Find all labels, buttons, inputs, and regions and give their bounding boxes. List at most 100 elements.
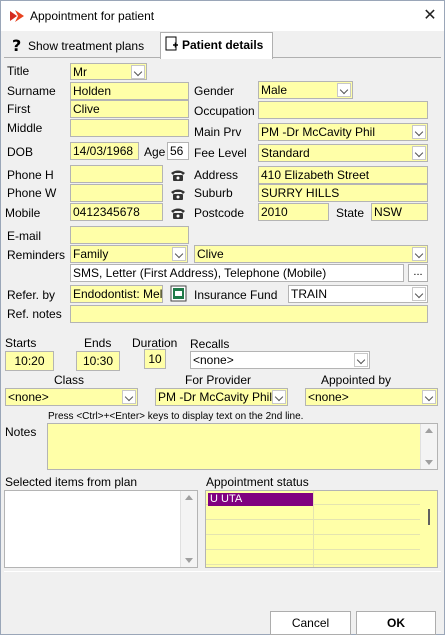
email-input[interactable] bbox=[70, 226, 189, 244]
appointment-status-grid[interactable]: U UTA bbox=[205, 490, 438, 568]
tab-strip: ? Show treatment plans Patient details bbox=[4, 31, 441, 59]
occupation-input[interactable] bbox=[258, 101, 428, 119]
status-entry[interactable]: U UTA bbox=[208, 493, 313, 506]
close-icon[interactable]: ✕ bbox=[420, 6, 440, 26]
middle-name-input[interactable] bbox=[70, 119, 189, 137]
selected-items-list[interactable] bbox=[4, 490, 198, 568]
chevron-down-icon[interactable] bbox=[131, 65, 145, 79]
title-select[interactable]: Mr bbox=[70, 63, 147, 80]
main-provider-select[interactable]: PM -Dr McCavity Phil bbox=[258, 123, 428, 141]
main-provider-value: PM -Dr McCavity Phil bbox=[261, 125, 376, 139]
suburb-input[interactable]: SURRY HILLS bbox=[258, 184, 428, 202]
ends-label: Ends bbox=[84, 336, 112, 350]
reminders-person-select[interactable]: Clive bbox=[194, 245, 428, 263]
class-value: <none> bbox=[8, 390, 49, 404]
reminder-methods-field: SMS, Letter (First Address), Telephone (… bbox=[70, 264, 404, 282]
telephone-icon[interactable] bbox=[170, 187, 186, 201]
tab-patient-details[interactable]: Patient details bbox=[160, 32, 273, 59]
class-select[interactable]: <none> bbox=[5, 388, 138, 406]
dob-input[interactable]: 14/03/1968 bbox=[70, 142, 139, 160]
chevron-down-icon[interactable] bbox=[272, 390, 286, 404]
scroll-down-icon[interactable] bbox=[185, 558, 193, 563]
phone-h-label: Phone H bbox=[7, 168, 54, 182]
tab-show-treatment-plans[interactable]: ? Show treatment plans bbox=[7, 34, 158, 58]
provider-label: For Provider bbox=[185, 373, 252, 387]
duration-label: Duration bbox=[132, 336, 178, 350]
scroll-up-icon[interactable] bbox=[185, 495, 193, 500]
cancel-button[interactable]: Cancel bbox=[270, 611, 351, 635]
chevron-down-icon[interactable] bbox=[354, 353, 368, 367]
ends-input[interactable]: 10:30 bbox=[76, 351, 120, 371]
title-bar: Appointment for patient ✕ bbox=[1, 1, 444, 31]
recalls-select[interactable]: <none> bbox=[190, 351, 370, 369]
chevron-down-icon[interactable] bbox=[412, 125, 426, 139]
notes-scrollbar[interactable] bbox=[420, 424, 437, 469]
notes-hint: Press <Ctrl>+<Enter> keys to display tex… bbox=[48, 411, 304, 422]
title-value: Mr bbox=[73, 65, 87, 79]
occupation-label: Occupation bbox=[194, 104, 255, 118]
chevron-down-icon[interactable] bbox=[337, 83, 351, 97]
grid-divider bbox=[313, 491, 314, 567]
main-prv-label: Main Prv bbox=[194, 125, 242, 139]
reminders-type-select[interactable]: Family bbox=[70, 245, 188, 263]
scroll-down-icon[interactable] bbox=[425, 460, 433, 465]
first-name-input[interactable]: Clive bbox=[70, 100, 189, 118]
phone-work-input[interactable] bbox=[70, 184, 163, 202]
phone-w-label: Phone W bbox=[7, 186, 57, 200]
provider-select[interactable]: PM -Dr McCavity Phil bbox=[155, 388, 288, 406]
gender-select[interactable]: Male bbox=[258, 81, 353, 99]
duration-input[interactable]: 10 bbox=[144, 349, 166, 369]
address-input[interactable]: 410 Elizabeth Street bbox=[258, 166, 428, 184]
ref-notes-input[interactable] bbox=[70, 305, 428, 323]
mobile-input[interactable]: 0412345678 bbox=[70, 203, 163, 221]
phone-home-input[interactable] bbox=[70, 165, 163, 183]
question-mark-icon: ? bbox=[12, 37, 21, 53]
insurance-label: Insurance Fund bbox=[194, 288, 278, 302]
insurance-value: TRAIN bbox=[291, 287, 327, 301]
telephone-icon[interactable] bbox=[170, 168, 186, 182]
notes-textarea[interactable] bbox=[47, 423, 438, 470]
surname-input[interactable]: Holden bbox=[70, 82, 189, 100]
postcode-label: Postcode bbox=[194, 206, 245, 220]
notes-label: Notes bbox=[5, 425, 37, 439]
telephone-icon[interactable] bbox=[170, 206, 186, 220]
surname-label: Surname bbox=[7, 84, 56, 98]
class-label: Class bbox=[54, 373, 85, 387]
recalls-value: <none> bbox=[193, 353, 234, 367]
recalls-label: Recalls bbox=[190, 337, 230, 351]
scroll-up-icon[interactable] bbox=[425, 428, 433, 433]
email-label: E-mail bbox=[7, 229, 42, 243]
separator bbox=[4, 571, 441, 572]
starts-input[interactable]: 10:20 bbox=[5, 351, 54, 371]
referred-by-input[interactable]: Endodontist: Mel bbox=[70, 285, 163, 303]
tab-label: Patient details bbox=[182, 38, 264, 52]
insurance-fund-select[interactable]: TRAIN bbox=[288, 285, 428, 303]
dob-label: DOB bbox=[7, 145, 34, 159]
suburb-label: Suburb bbox=[194, 186, 233, 200]
state-input[interactable]: NSW bbox=[371, 203, 428, 221]
fee-level-value: Standard bbox=[261, 146, 310, 160]
appointed-by-select[interactable]: <none> bbox=[305, 388, 438, 406]
document-add-icon bbox=[165, 36, 178, 51]
mobile-label: Mobile bbox=[5, 206, 41, 220]
contact-card-icon[interactable] bbox=[170, 285, 187, 302]
starts-label: Starts bbox=[5, 336, 37, 350]
appointed-by-label: Appointed by bbox=[321, 373, 392, 387]
status-scroll-thumb[interactable] bbox=[428, 509, 430, 525]
postcode-input[interactable]: 2010 bbox=[258, 203, 329, 221]
fee-level-select[interactable]: Standard bbox=[258, 144, 428, 162]
chevron-down-icon[interactable] bbox=[422, 390, 436, 404]
chevron-down-icon[interactable] bbox=[122, 390, 136, 404]
ok-button[interactable]: OK bbox=[356, 611, 436, 635]
selected-items-scrollbar[interactable] bbox=[180, 491, 197, 567]
fee-level-label: Fee Level bbox=[194, 146, 247, 160]
reminder-methods-button[interactable]: ... bbox=[408, 264, 428, 282]
chevron-down-icon[interactable] bbox=[412, 287, 426, 301]
gender-value: Male bbox=[261, 83, 288, 97]
chevron-down-icon[interactable] bbox=[412, 146, 426, 160]
chevron-down-icon[interactable] bbox=[172, 247, 186, 261]
window-title: Appointment for patient bbox=[30, 9, 155, 23]
age-label: Age bbox=[144, 145, 166, 159]
address-label: Address bbox=[194, 168, 239, 182]
chevron-down-icon[interactable] bbox=[412, 247, 426, 261]
